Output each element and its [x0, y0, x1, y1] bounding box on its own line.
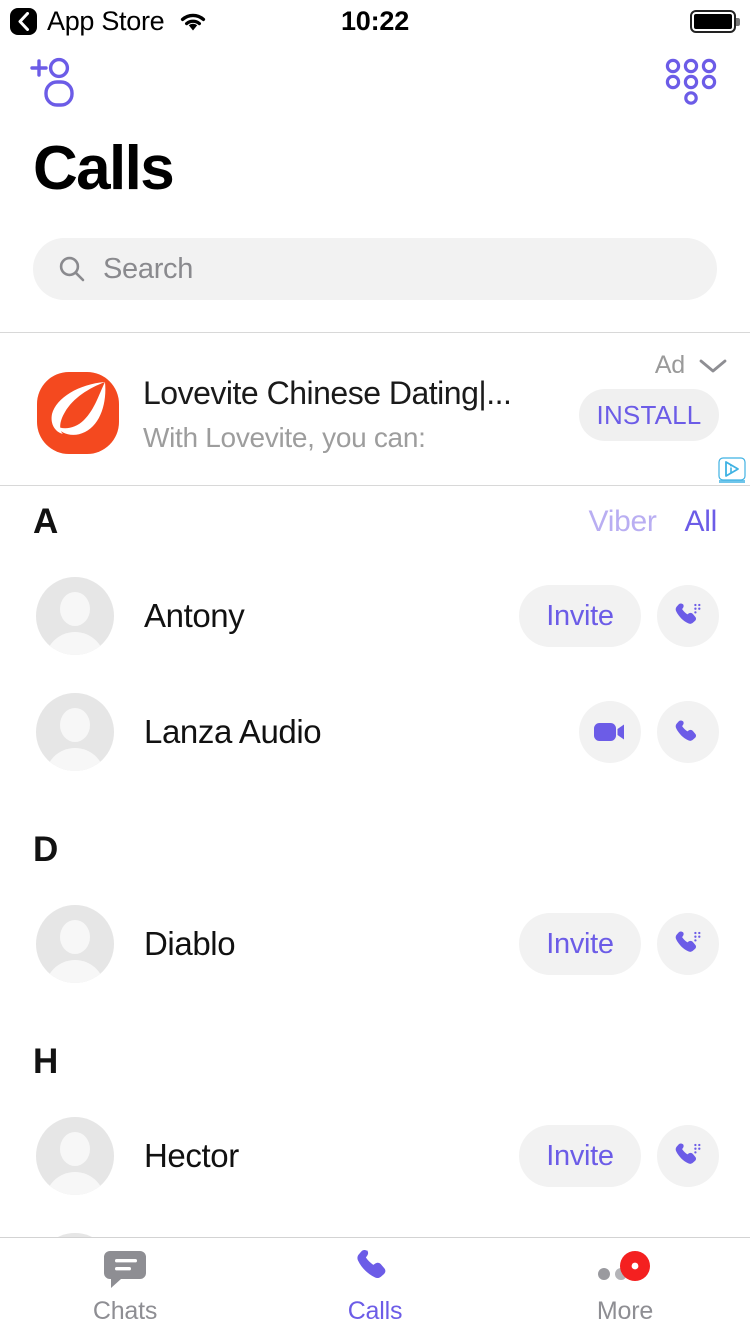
chevron-down-icon	[699, 359, 727, 373]
contact-name: Antony	[144, 597, 245, 634]
search-icon	[59, 256, 85, 282]
back-to-app-store-button[interactable]	[10, 7, 37, 35]
table-row[interactable]	[0, 1214, 750, 1238]
cellular-call-button[interactable]	[657, 1125, 719, 1187]
cellular-call-button[interactable]	[657, 913, 719, 975]
adchoices-icon[interactable]	[718, 457, 748, 485]
tab-label: Chats	[92, 1296, 158, 1325]
section-letter: H	[33, 1042, 58, 1081]
tab-more[interactable]: More	[500, 1238, 750, 1334]
filter-group: Viber All	[589, 505, 718, 539]
invite-button[interactable]: Invite	[519, 1125, 641, 1187]
tab-calls[interactable]: Calls	[250, 1238, 500, 1334]
section-letter: D	[33, 830, 58, 869]
wifi-icon	[178, 10, 208, 32]
add-contact-button[interactable]	[28, 56, 84, 108]
install-button[interactable]: INSTALL	[579, 389, 719, 441]
filter-all[interactable]: All	[685, 505, 718, 539]
phone-icon	[354, 1247, 396, 1291]
page-title: Calls	[33, 134, 175, 203]
status-bar: App Store 10:22	[0, 0, 750, 42]
row-actions: Invite	[519, 585, 719, 647]
table-row[interactable]: Diablo Invite	[0, 886, 750, 1002]
contact-name: Diablo	[144, 925, 236, 962]
person-placeholder-icon	[36, 577, 114, 655]
ad-label: Ad	[654, 351, 685, 379]
search-bar[interactable]	[33, 238, 717, 300]
section-header-a: A Viber All	[0, 486, 750, 558]
table-row[interactable]: Hector Invite	[0, 1098, 750, 1214]
search-input[interactable]	[103, 252, 693, 286]
voice-call-button[interactable]	[657, 701, 719, 763]
cellular-call-icon	[675, 1143, 701, 1164]
contacts-list[interactable]: A Viber All Antony Invite Lanza Audio D …	[0, 486, 750, 1238]
lovevite-leaf-icon	[37, 372, 119, 454]
tab-label: Calls	[347, 1296, 403, 1325]
viber-calls-screen: App Store 10:22 Calls Search Lovevite Ch…	[0, 0, 750, 1334]
row-actions	[579, 701, 719, 763]
invite-button[interactable]: Invite	[519, 585, 641, 647]
navigation-bar	[0, 42, 750, 122]
section-header-d: D	[0, 814, 750, 886]
section-letter: A	[33, 502, 58, 541]
status-bar-right	[690, 9, 740, 33]
keypad-button[interactable]	[662, 56, 720, 108]
tab-label: More	[596, 1296, 654, 1325]
cellular-call-icon	[675, 603, 701, 624]
back-label: App Store	[47, 5, 165, 36]
table-row[interactable]: Antony Invite	[0, 558, 750, 674]
person-placeholder-icon	[36, 693, 114, 771]
cellular-call-icon	[675, 931, 701, 952]
tab-bar: Chats Calls More	[0, 1238, 750, 1334]
phone-icon	[675, 720, 697, 741]
ad-title: Lovevite Chinese Dating|...	[143, 375, 512, 411]
person-placeholder-icon	[36, 905, 114, 983]
add-person-icon	[30, 57, 74, 107]
contact-name: Hector	[144, 1137, 239, 1174]
ad-expand-button[interactable]	[696, 355, 730, 382]
video-camera-icon	[594, 723, 624, 741]
row-actions: Invite	[519, 913, 719, 975]
more-dots-icon	[595, 1247, 655, 1291]
ad-banner[interactable]: Lovevite Chinese Dating|... With Lovevit…	[0, 333, 750, 485]
section-header-h: H	[0, 1026, 750, 1098]
status-bar-left: App Store	[10, 5, 208, 36]
ad-subtitle: With Lovevite, you can:	[143, 422, 426, 453]
video-call-button[interactable]	[579, 701, 641, 763]
ad-text-block: Lovevite Chinese Dating|... With Lovevit…	[143, 373, 563, 455]
table-row[interactable]: Lanza Audio	[0, 674, 750, 790]
battery-full-icon	[690, 9, 740, 33]
dialpad-icon	[665, 58, 717, 105]
row-actions: Invite	[519, 1125, 719, 1187]
filter-viber[interactable]: Viber	[589, 505, 657, 539]
invite-button[interactable]: Invite	[519, 913, 641, 975]
contact-name: Lanza Audio	[144, 713, 322, 750]
chevron-left-icon	[18, 11, 29, 31]
cellular-call-button[interactable]	[657, 585, 719, 647]
tab-chats[interactable]: Chats	[0, 1238, 250, 1334]
chat-bubble-icon	[102, 1247, 148, 1291]
person-placeholder-icon	[36, 1117, 114, 1195]
